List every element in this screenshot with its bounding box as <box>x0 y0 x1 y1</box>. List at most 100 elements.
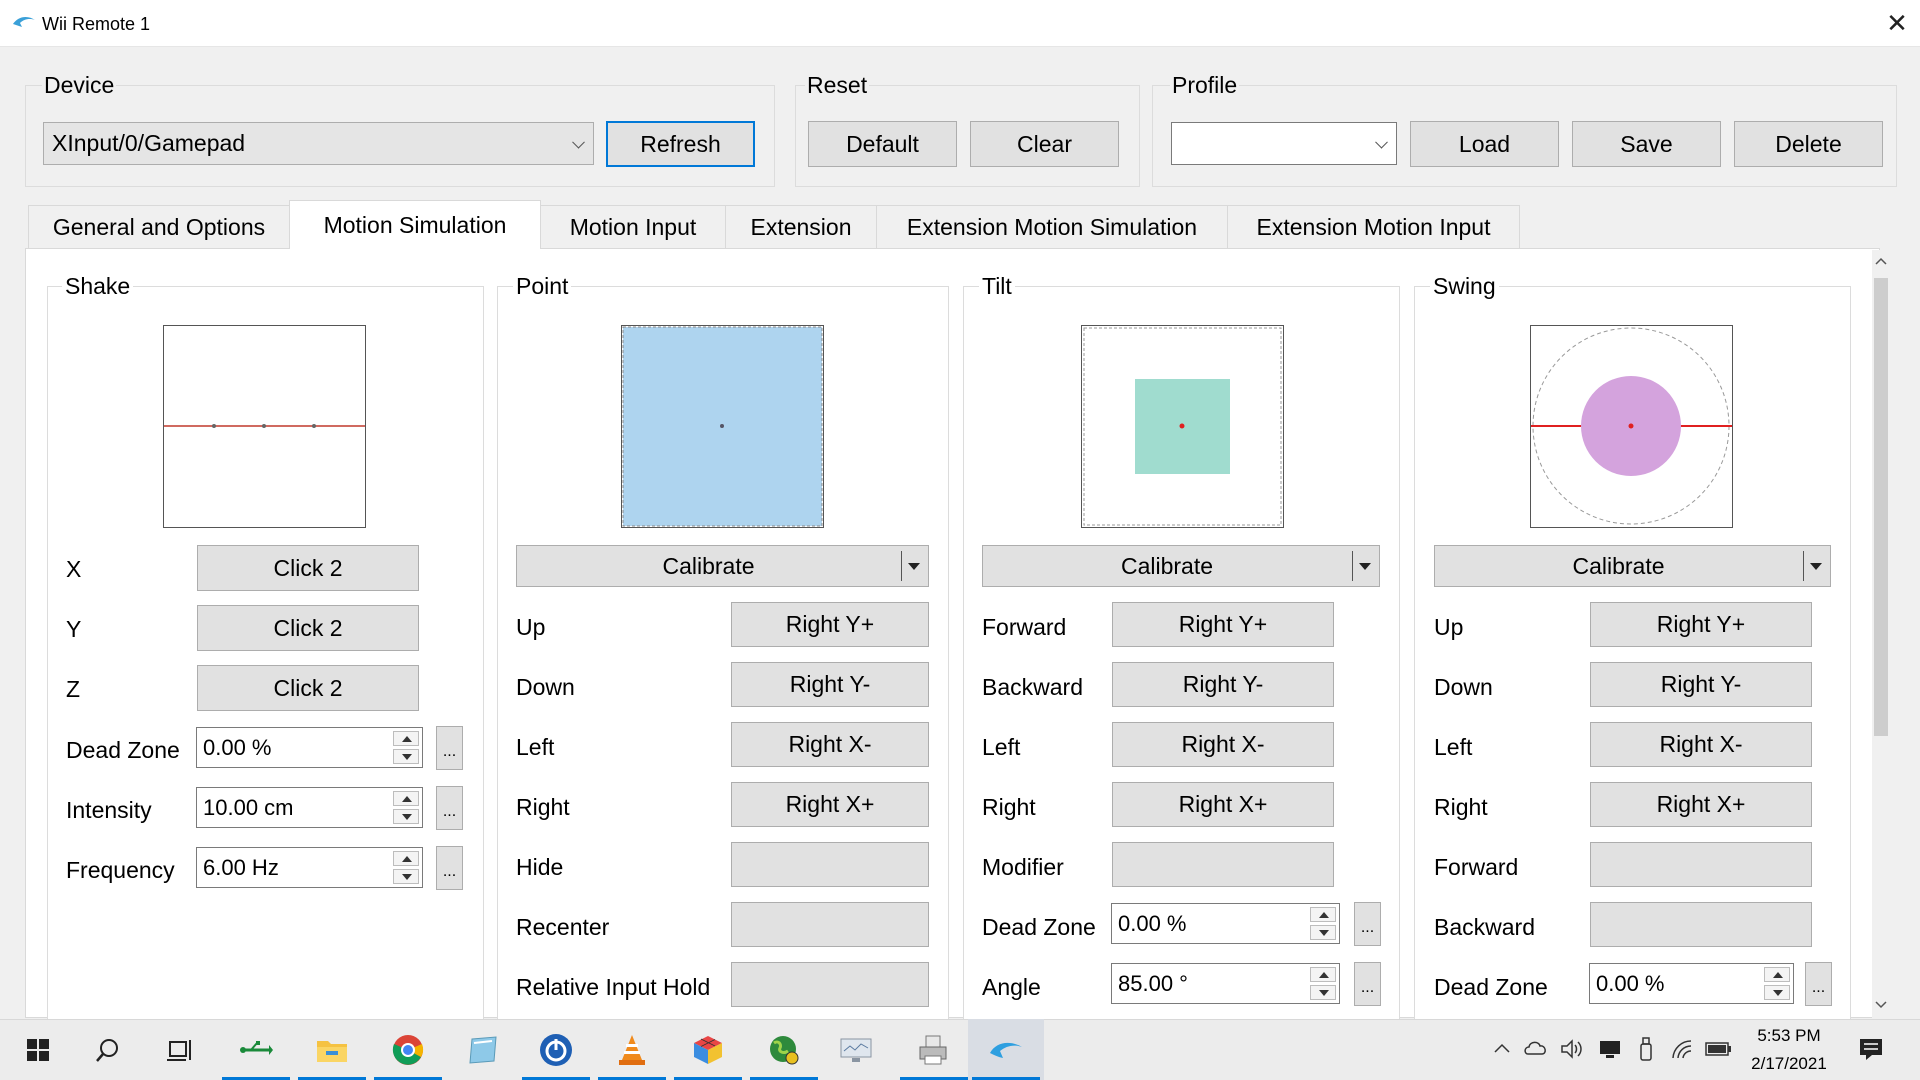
swing-down-binding[interactable]: Right Y- <box>1590 662 1812 707</box>
search-icon[interactable] <box>70 1019 146 1080</box>
notifications-icon[interactable] <box>1858 1037 1884 1061</box>
shake-z-binding[interactable]: Click 2 <box>197 665 419 711</box>
dropdown-arrow-icon[interactable] <box>1359 563 1371 570</box>
clock-time[interactable]: 5:53 PM <box>1754 1026 1824 1046</box>
tab-general-and-options[interactable]: General and Options <box>28 205 290 249</box>
point-up-binding[interactable]: Right Y+ <box>731 602 929 647</box>
vlc-icon[interactable] <box>594 1019 670 1080</box>
shake-intensity-more-button[interactable]: ... <box>436 786 463 830</box>
scroll-up-icon[interactable] <box>1875 257 1887 265</box>
save-button[interactable]: Save <box>1572 121 1721 167</box>
spin-up-icon[interactable] <box>393 851 419 866</box>
swing-right-binding[interactable]: Right X+ <box>1590 782 1812 827</box>
spin-down-icon[interactable] <box>393 749 419 764</box>
wifi-icon[interactable] <box>1670 1038 1694 1060</box>
display-icon[interactable] <box>1598 1039 1622 1059</box>
tab-extension[interactable]: Extension <box>725 205 877 249</box>
default-button[interactable]: Default <box>808 121 957 167</box>
clear-button[interactable]: Clear <box>970 121 1119 167</box>
tilt-left-binding[interactable]: Right X- <box>1112 722 1334 767</box>
spin-up-icon[interactable] <box>1310 907 1336 922</box>
spin-up-icon[interactable] <box>393 731 419 746</box>
profile-select[interactable] <box>1171 122 1397 165</box>
shake-y-binding[interactable]: Click 2 <box>197 605 419 651</box>
chrome-icon[interactable] <box>370 1019 446 1080</box>
tilt-forward-binding[interactable]: Right Y+ <box>1112 602 1334 647</box>
tilt-dead-zone-more-button[interactable]: ... <box>1354 902 1381 946</box>
shake-x-binding[interactable]: Click 2 <box>197 545 419 591</box>
refresh-button[interactable]: Refresh <box>606 121 755 167</box>
shake-x-label: X <box>66 556 82 582</box>
spin-up-icon[interactable] <box>1310 967 1336 982</box>
swing-calibrate-button[interactable]: Calibrate <box>1434 545 1831 587</box>
point-relative-input-hold-binding[interactable] <box>731 962 929 1007</box>
notepad-app-icon[interactable] <box>446 1019 522 1080</box>
shake-dead-zone-more-button[interactable]: ... <box>436 726 463 770</box>
shake-visualization <box>163 325 366 528</box>
device-group-label: Device <box>42 72 117 99</box>
tilt-backward-label: Backward <box>982 674 1083 700</box>
tab-extension-motion-simulation[interactable]: Extension Motion Simulation <box>876 205 1228 249</box>
tab-motion-input[interactable]: Motion Input <box>540 205 726 249</box>
point-calibrate-button[interactable]: Calibrate <box>516 545 929 587</box>
usb-device-icon[interactable] <box>1638 1036 1654 1062</box>
usb-app-icon[interactable] <box>218 1019 294 1080</box>
tab-motion-simulation[interactable]: Motion Simulation <box>289 200 541 249</box>
swing-visualization <box>1530 325 1733 528</box>
tilt-right-binding[interactable]: Right X+ <box>1112 782 1334 827</box>
dropdown-arrow-icon[interactable] <box>908 563 920 570</box>
point-hide-binding[interactable] <box>731 842 929 887</box>
volume-icon[interactable] <box>1560 1039 1584 1059</box>
point-right-binding[interactable]: Right X+ <box>731 782 929 827</box>
monitor-app-icon[interactable] <box>818 1019 894 1080</box>
dropdown-arrow-icon[interactable] <box>1810 563 1822 570</box>
close-button[interactable]: ✕ <box>1874 0 1920 47</box>
windows-start-icon[interactable] <box>0 1019 76 1080</box>
point-down-binding[interactable]: Right Y- <box>731 662 929 707</box>
vertical-scrollbar[interactable] <box>1872 250 1890 1018</box>
cloud-sync-icon[interactable] <box>1524 1038 1548 1060</box>
tilt-dead-zone-spinbox[interactable]: 0.00 % <box>1111 903 1340 944</box>
battery-icon[interactable] <box>1705 1041 1733 1057</box>
show-hidden-icons-icon[interactable] <box>1494 1043 1510 1053</box>
cube-app-icon[interactable] <box>670 1019 746 1080</box>
scrollbar-thumb[interactable] <box>1874 278 1888 736</box>
task-view-icon[interactable] <box>142 1019 218 1080</box>
swing-dead-zone-spinbox[interactable]: 0.00 % <box>1589 963 1794 1004</box>
shake-frequency-more-button[interactable]: ... <box>436 846 463 890</box>
tilt-calibrate-button[interactable]: Calibrate <box>982 545 1380 587</box>
swing-forward-binding[interactable] <box>1590 842 1812 887</box>
spin-up-icon[interactable] <box>1764 967 1790 982</box>
tilt-angle-more-button[interactable]: ... <box>1354 962 1381 1006</box>
shake-dead-zone-spinbox[interactable]: 0.00 % <box>196 727 423 768</box>
clock-date[interactable]: 2/17/2021 <box>1744 1054 1834 1074</box>
shake-intensity-spinbox[interactable]: 10.00 cm <box>196 787 423 828</box>
dolphin-icon[interactable] <box>968 1019 1044 1080</box>
point-recenter-binding[interactable] <box>731 902 929 947</box>
tilt-backward-binding[interactable]: Right Y- <box>1112 662 1334 707</box>
spin-down-icon[interactable] <box>393 869 419 884</box>
swing-up-binding[interactable]: Right Y+ <box>1590 602 1812 647</box>
load-button[interactable]: Load <box>1410 121 1559 167</box>
swing-backward-binding[interactable] <box>1590 902 1812 947</box>
tilt-modifier-binding[interactable] <box>1112 842 1334 887</box>
spin-up-icon[interactable] <box>393 791 419 806</box>
point-left-binding[interactable]: Right X- <box>731 722 929 767</box>
globe-app-icon[interactable] <box>746 1019 822 1080</box>
spin-down-icon[interactable] <box>1310 985 1336 1000</box>
scroll-down-icon[interactable] <box>1875 1001 1887 1009</box>
printer-app-icon[interactable] <box>896 1019 972 1080</box>
spin-down-icon[interactable] <box>393 809 419 824</box>
spin-down-icon[interactable] <box>1764 985 1790 1000</box>
device-select[interactable]: XInput/0/Gamepad <box>43 122 594 165</box>
file-explorer-icon[interactable] <box>294 1019 370 1080</box>
shake-frequency-spinbox[interactable]: 6.00 Hz <box>196 847 423 888</box>
delete-button[interactable]: Delete <box>1734 121 1883 167</box>
tab-extension-motion-input[interactable]: Extension Motion Input <box>1227 205 1520 249</box>
spin-down-icon[interactable] <box>1310 925 1336 940</box>
swing-group-label: Swing <box>1430 273 1499 300</box>
power-app-icon[interactable] <box>518 1019 594 1080</box>
tilt-angle-spinbox[interactable]: 85.00 ° <box>1111 963 1340 1004</box>
swing-dead-zone-more-button[interactable]: ... <box>1805 962 1832 1006</box>
swing-left-binding[interactable]: Right X- <box>1590 722 1812 767</box>
